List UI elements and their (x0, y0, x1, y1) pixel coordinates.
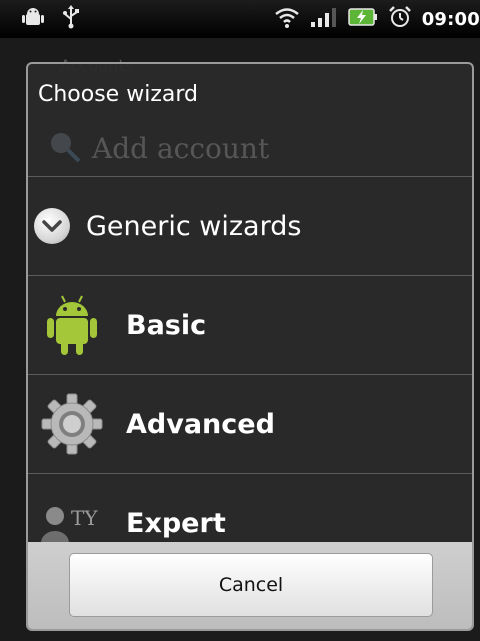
search-account-icon (46, 128, 82, 168)
group-label: Generic wizards (86, 210, 302, 242)
android-robot-icon (40, 293, 104, 357)
wizard-item-label: Expert (126, 507, 226, 539)
background-add-account-label: Add account (92, 131, 270, 165)
chevron-down-circle-icon (34, 208, 70, 244)
dialog-button-bar: Cancel (28, 542, 472, 629)
alarm-icon (388, 5, 412, 33)
status-clock: 09:00 (421, 8, 480, 30)
status-bar: 09:00 (0, 0, 480, 38)
wizard-item-advanced[interactable]: Advanced (28, 375, 472, 473)
dialog-title: Choose wizard (38, 82, 198, 107)
status-right-icons: 09:00 (274, 5, 480, 33)
wizard-item-label: Basic (126, 309, 207, 341)
wifi-icon (274, 6, 300, 32)
gear-icon (40, 392, 104, 456)
choose-wizard-dialog: Choose wizard Add account Generic wizard… (26, 62, 474, 631)
phone-screen: 09:00 Accounts Choose wizard Add account (0, 0, 480, 641)
usb-icon (62, 5, 80, 33)
android-notification-icon (22, 6, 44, 32)
wizard-item-basic[interactable]: Basic (28, 276, 472, 374)
background-add-account: Add account (46, 128, 269, 168)
signal-icon (310, 6, 338, 32)
svg-text:TY: TY (71, 506, 98, 530)
status-left-icons (22, 5, 80, 33)
battery-charging-icon (347, 6, 378, 32)
wizard-item-label: Advanced (126, 408, 275, 440)
cancel-button[interactable]: Cancel (69, 553, 433, 617)
group-header-generic-wizards[interactable]: Generic wizards (28, 177, 472, 275)
